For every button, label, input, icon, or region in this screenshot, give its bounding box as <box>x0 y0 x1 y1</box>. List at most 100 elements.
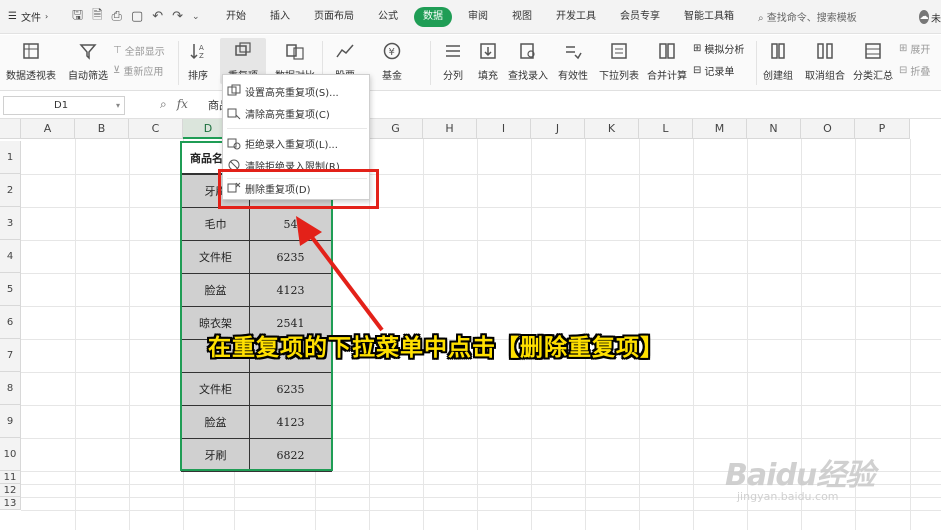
sort-button[interactable]: AZ 排序 <box>182 38 214 82</box>
column-header-o[interactable]: O <box>801 119 855 139</box>
tab-insert[interactable]: 插入 <box>258 7 302 27</box>
chevron-down-icon[interactable]: ▾ <box>116 97 120 114</box>
column-header-g[interactable]: G <box>369 119 423 139</box>
fill-icon <box>478 38 498 64</box>
menu-item-reject-duplicates[interactable]: 拒绝录入重复项(L)... <box>223 132 369 154</box>
column-header-c[interactable]: C <box>129 119 183 139</box>
fx-icon[interactable]: fx <box>177 97 188 112</box>
tab-data[interactable]: 数据 <box>414 6 452 27</box>
dropdown-list-button[interactable]: 下拉列表 <box>598 38 640 82</box>
expand-button[interactable]: ⊞ 展开 <box>899 41 930 56</box>
consolidate-button[interactable]: 合并计算 <box>646 38 688 82</box>
row-header-1[interactable]: 1 <box>0 141 21 174</box>
column-header-k[interactable]: K <box>585 119 639 139</box>
ribbon-tabs: 开始 插入 页面布局 公式 数据 审阅 视图 开发工具 会员专享 智能工具箱 <box>214 6 746 27</box>
row-header-7[interactable]: 7 <box>0 339 21 372</box>
validity-button[interactable]: 有效性 <box>555 38 591 82</box>
table-cell-qty[interactable]: 54 <box>249 207 332 241</box>
hamburger-icon: ☰ <box>8 11 17 22</box>
tab-home[interactable]: 开始 <box>214 7 258 27</box>
save-icon[interactable]: 🖫 <box>72 6 83 28</box>
column-header-m[interactable]: M <box>693 119 747 139</box>
tab-view[interactable]: 视图 <box>500 7 544 27</box>
table-cell-qty[interactable]: 6235 <box>249 240 332 274</box>
table-cell-qty[interactable]: 6822 <box>249 438 332 472</box>
pivot-table-icon <box>21 38 41 64</box>
column-header-h[interactable]: H <box>423 119 477 139</box>
show-all-button[interactable]: ⊤ 全部显示 <box>113 43 165 58</box>
table-cell-name[interactable]: 脸盆 <box>181 405 250 439</box>
column-header-b[interactable]: B <box>75 119 129 139</box>
fill-button[interactable]: 填充 <box>472 38 504 82</box>
redo-icon[interactable]: ↷ <box>172 9 183 24</box>
tab-formulas[interactable]: 公式 <box>366 7 410 27</box>
zoom-icon[interactable]: ⌕ <box>160 97 167 112</box>
row-header-6[interactable]: 6 <box>0 306 21 339</box>
fund-label: 基金 <box>382 71 402 82</box>
export-pdf-icon[interactable]: 🗎 <box>92 6 102 28</box>
table-cell-qty[interactable]: 4123 <box>249 405 332 439</box>
row-header-8[interactable]: 8 <box>0 372 21 405</box>
reapply-button[interactable]: ⊻ 重新应用 <box>113 63 163 78</box>
subtotal-icon <box>863 38 883 64</box>
row-header-2[interactable]: 2 <box>0 174 21 207</box>
menu-item-highlight-duplicates[interactable]: 设置高亮重复项(S)... <box>223 80 369 102</box>
reapply-icon: ⊻ <box>113 65 121 76</box>
column-header-a[interactable]: A <box>21 119 75 139</box>
table-cell-qty[interactable]: 4123 <box>249 273 332 307</box>
what-if-button[interactable]: ⊞ 模拟分析 <box>693 41 744 56</box>
select-all-corner[interactable] <box>0 119 21 139</box>
table-cell-name[interactable]: 脸盆 <box>181 273 250 307</box>
file-menu[interactable]: ☰ 文件 › <box>0 9 64 24</box>
tab-developer[interactable]: 开发工具 <box>544 7 608 27</box>
row-header-4[interactable]: 4 <box>0 240 21 273</box>
tab-page-layout[interactable]: 页面布局 <box>302 7 366 27</box>
create-group-button[interactable]: 创建组 <box>760 38 796 82</box>
customize-icon[interactable]: ⌄ <box>192 12 200 22</box>
what-if-icon: ⊞ <box>693 43 702 54</box>
table-cell-name[interactable]: 毛巾 <box>181 207 250 241</box>
row-header-9[interactable]: 9 <box>0 405 21 438</box>
tab-member[interactable]: 会员专享 <box>608 7 672 27</box>
column-header-l[interactable]: L <box>639 119 693 139</box>
table-cell-name[interactable]: 文件柜 <box>181 240 250 274</box>
print-icon[interactable]: ⎙ <box>112 9 122 24</box>
row-header-13[interactable]: 13 <box>0 497 21 510</box>
highlight-duplicates-icon <box>223 84 245 98</box>
fund-button[interactable]: ¥ 基金 <box>377 38 407 82</box>
split-column-button[interactable]: 分列 <box>436 38 470 82</box>
name-box[interactable]: D1 ▾ <box>3 96 125 115</box>
column-header-j[interactable]: J <box>531 119 585 139</box>
table-cell-name[interactable]: 牙刷 <box>181 438 250 472</box>
table-cell-qty[interactable]: 6235 <box>249 372 332 406</box>
row-header-3[interactable]: 3 <box>0 207 21 240</box>
collapse-button[interactable]: ⊟ 折叠 <box>899 63 930 78</box>
row-header-11[interactable]: 11 <box>0 471 21 484</box>
subtotal-button[interactable]: 分类汇总 <box>852 38 894 82</box>
row-header-5[interactable]: 5 <box>0 273 21 306</box>
print-preview-icon[interactable]: ▢ <box>131 9 143 24</box>
tab-smart-tools[interactable]: 智能工具箱 <box>672 7 746 27</box>
menu-item-clear-highlight[interactable]: 清除高亮重复项(C) <box>223 102 369 124</box>
expand-label: 展开 <box>910 45 931 56</box>
lookup-entry-button[interactable]: 查找录入 <box>508 38 548 82</box>
column-header-i[interactable]: I <box>477 119 531 139</box>
pivot-table-button[interactable]: 数据透视表 <box>4 38 58 82</box>
dropdown-list-label: 下拉列表 <box>599 71 639 82</box>
autofilter-button[interactable]: 自动筛选 <box>66 38 110 82</box>
grid-row-line <box>21 174 941 175</box>
table-cell-name[interactable]: 文件柜 <box>181 372 250 406</box>
column-header-n[interactable]: N <box>747 119 801 139</box>
row-header-12[interactable]: 12 <box>0 484 21 497</box>
expand-icon: ⊞ <box>899 43 908 54</box>
undo-icon[interactable]: ↶ <box>152 9 163 24</box>
column-header-p[interactable]: P <box>855 119 910 139</box>
ribbon-separator <box>178 41 179 85</box>
ungroup-button[interactable]: 取消组合 <box>803 38 847 82</box>
tutorial-caption: 在重复项的下拉菜单中点击【删除重复项】 <box>208 335 664 361</box>
tab-review[interactable]: 审阅 <box>456 7 500 27</box>
command-search[interactable]: ⌕ 查找命令、搜索模板 <box>758 9 857 24</box>
row-header-10[interactable]: 10 <box>0 438 21 471</box>
cloud-status[interactable]: ☁ 未 <box>919 7 941 27</box>
record-form-button[interactable]: ⊟ 记录单 <box>693 63 734 78</box>
